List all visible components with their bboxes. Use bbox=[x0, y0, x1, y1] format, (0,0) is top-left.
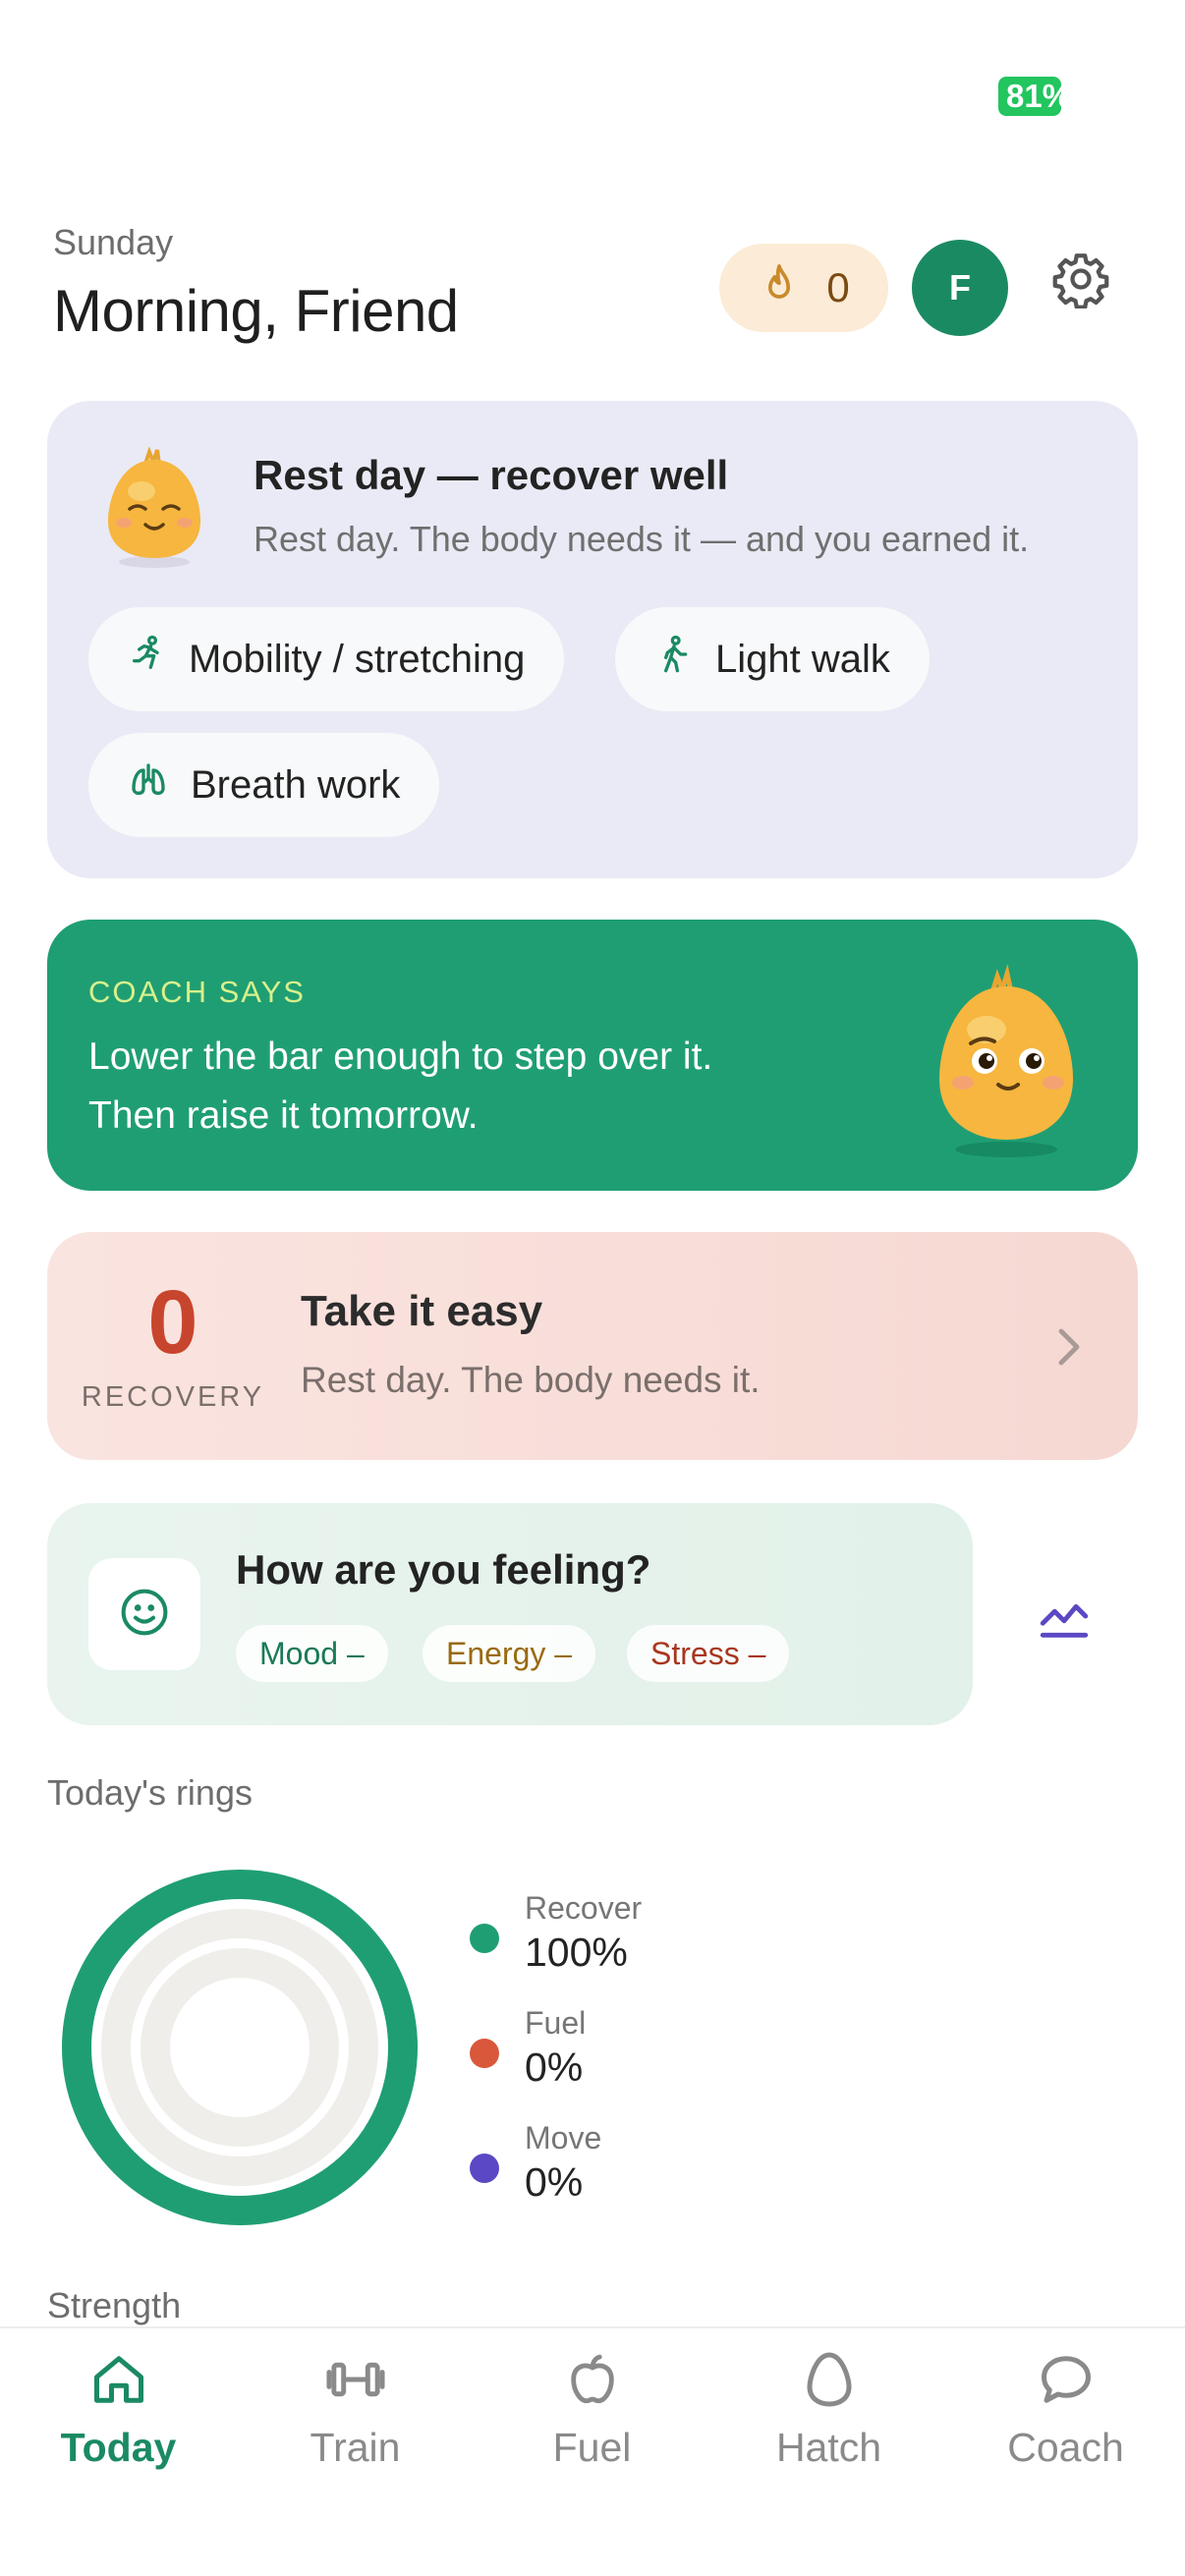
battery-indicator: 81% bbox=[998, 77, 1061, 116]
apple-icon bbox=[564, 2344, 621, 2415]
streak-button[interactable]: 0 bbox=[719, 244, 888, 332]
recovery-card[interactable]: 0 RECOVERY Take it easy Rest day. The bo… bbox=[47, 1232, 1138, 1460]
egg-icon bbox=[805, 2344, 854, 2415]
mood-tag[interactable]: Mood – bbox=[236, 1625, 388, 1682]
walking-icon bbox=[654, 635, 694, 684]
mood-checkin-card[interactable]: How are you feeling? Mood – Energy – Str… bbox=[47, 1503, 973, 1725]
chat-bubble-icon bbox=[1037, 2344, 1096, 2415]
legend-name: Recover bbox=[525, 1890, 643, 1926]
lungs-icon bbox=[128, 760, 169, 810]
tab-coach[interactable]: Coach bbox=[947, 2328, 1184, 2486]
dumbbell-icon bbox=[324, 2344, 387, 2415]
tab-label: Coach bbox=[1007, 2425, 1124, 2470]
mood-trends-button[interactable] bbox=[1036, 1588, 1093, 1645]
chip-light-walk[interactable]: Light walk bbox=[615, 607, 930, 711]
strength-heading: Strength bbox=[47, 2285, 182, 2325]
rest-day-card[interactable]: Rest day — recover well Rest day. The bo… bbox=[47, 401, 1138, 878]
legend-dot bbox=[470, 1924, 499, 1953]
tab-label: Today bbox=[60, 2425, 177, 2470]
smile-icon bbox=[118, 1586, 171, 1644]
tab-label: Train bbox=[310, 2425, 401, 2470]
recovery-title: Take it easy bbox=[301, 1287, 543, 1335]
tab-train[interactable]: Train bbox=[237, 2328, 474, 2486]
chip-label: Breath work bbox=[191, 762, 401, 807]
stretching-icon bbox=[128, 635, 167, 684]
mascot-happy bbox=[928, 953, 1085, 1168]
home-icon bbox=[89, 2344, 148, 2415]
chevron-right-icon bbox=[1049, 1322, 1089, 1372]
tab-today[interactable]: Today bbox=[0, 2328, 237, 2486]
mascot-sleepy bbox=[102, 438, 206, 577]
legend-value: 100% bbox=[525, 1930, 628, 1975]
coach-quote: Lower the bar enough to step over it. Th… bbox=[88, 1036, 713, 1137]
rest-day-title: Rest day — recover well bbox=[254, 452, 729, 498]
greeting-title: Morning, Friend bbox=[53, 278, 459, 344]
tab-hatch[interactable]: Hatch bbox=[710, 2328, 947, 2486]
settings-button[interactable] bbox=[1049, 250, 1112, 312]
avatar[interactable]: F bbox=[912, 240, 1008, 336]
tab-label: Fuel bbox=[552, 2425, 632, 2470]
activity-rings bbox=[62, 1870, 418, 2225]
bottom-tab-bar: Today Train Fuel Hatch Coach bbox=[0, 2326, 1185, 2576]
move-ring-track bbox=[141, 1948, 339, 2147]
legend-value: 0% bbox=[525, 2044, 584, 2090]
mood-checkin-title: How are you feeling? bbox=[236, 1546, 651, 1593]
rings-heading: Today's rings bbox=[47, 1772, 253, 1813]
gear-icon bbox=[1051, 250, 1110, 313]
recovery-score: 0 bbox=[147, 1272, 198, 1372]
energy-tag[interactable]: Energy – bbox=[423, 1625, 596, 1682]
coach-says-label: COACH SAYS bbox=[88, 975, 306, 1009]
trend-chart-icon bbox=[1036, 1603, 1093, 1649]
chip-label: Light walk bbox=[715, 637, 890, 681]
tab-label: Hatch bbox=[775, 2425, 882, 2470]
coach-card[interactable]: COACH SAYS Lower the bar enough to step … bbox=[47, 920, 1138, 1191]
recovery-subtitle: Rest day. The body needs it. bbox=[301, 1360, 761, 1400]
legend-dot bbox=[470, 2154, 499, 2183]
legend-name: Move bbox=[525, 2120, 602, 2156]
rest-day-subtitle: Rest day. The body needs it — and you ea… bbox=[254, 519, 1030, 559]
day-label: Sunday bbox=[53, 222, 174, 262]
flame-icon bbox=[758, 262, 801, 314]
tab-fuel[interactable]: Fuel bbox=[474, 2328, 710, 2486]
chip-breath-work[interactable]: Breath work bbox=[88, 733, 440, 837]
streak-count: 0 bbox=[826, 264, 850, 310]
chip-label: Mobility / stretching bbox=[189, 637, 526, 681]
legend-name: Fuel bbox=[525, 2005, 587, 2041]
chip-mobility-stretching[interactable]: Mobility / stretching bbox=[88, 607, 565, 711]
recovery-label: RECOVERY bbox=[81, 1381, 265, 1413]
mood-icon-box bbox=[88, 1558, 200, 1670]
legend-value: 0% bbox=[525, 2159, 584, 2205]
stress-tag[interactable]: Stress – bbox=[627, 1625, 790, 1682]
legend-dot bbox=[470, 2039, 499, 2068]
